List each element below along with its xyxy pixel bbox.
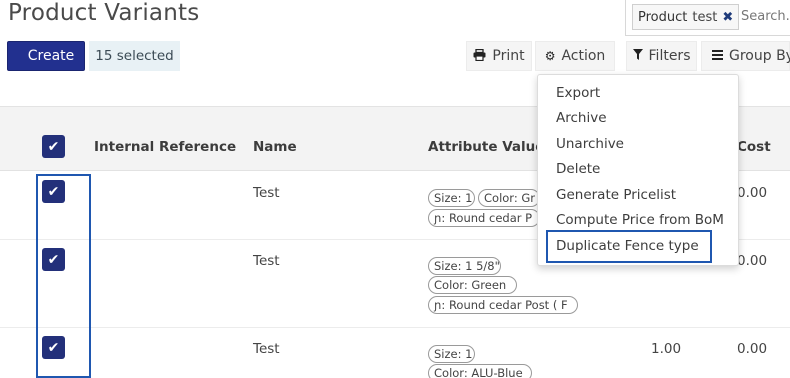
menu-item-unarchive[interactable]: Unarchive bbox=[556, 136, 624, 152]
row-price: 1.00 bbox=[651, 341, 682, 357]
column-header-name[interactable]: Name bbox=[253, 139, 297, 155]
row-name: Test bbox=[253, 341, 280, 357]
search-facet: Product test ✖ bbox=[632, 4, 740, 30]
row-cost: 0.00 bbox=[737, 341, 768, 357]
create-button[interactable]: Create bbox=[7, 41, 85, 71]
check-icon: ✔ bbox=[47, 138, 60, 155]
attribute-tag: Color: ALU-Blue bbox=[428, 364, 532, 378]
attribute-tag: ɲ: Round cedar P bbox=[428, 209, 540, 227]
page-title: Product Variants bbox=[8, 0, 200, 26]
close-icon[interactable]: ✖ bbox=[722, 10, 733, 25]
gear-icon: ⚙ bbox=[544, 49, 556, 63]
attribute-tag: Color: Gr bbox=[478, 189, 540, 207]
column-header-attribute-values[interactable]: Attribute Values bbox=[428, 139, 552, 155]
filters-button[interactable]: Filters bbox=[626, 41, 697, 71]
attribute-tag: ɲ: Round cedar Post ( F bbox=[428, 296, 578, 314]
groupby-label: Group By bbox=[729, 48, 790, 64]
attribute-tag: Color: Green bbox=[428, 276, 517, 294]
menu-item-generate-pricelist[interactable]: Generate Pricelist bbox=[556, 187, 676, 203]
funnel-icon bbox=[632, 49, 643, 63]
attribute-tag: Size: 1 5/8" bbox=[428, 257, 501, 275]
groupby-button[interactable]: Group By bbox=[701, 41, 790, 71]
column-header-cost[interactable]: Cost bbox=[737, 139, 771, 155]
menu-item-export[interactable]: Export bbox=[556, 85, 600, 101]
print-button[interactable]: Print bbox=[466, 41, 532, 71]
search-input[interactable]: Search... bbox=[741, 9, 790, 24]
printer-icon bbox=[473, 48, 486, 64]
menu-item-highlight bbox=[546, 230, 712, 263]
list-icon bbox=[712, 49, 723, 63]
print-label: Print bbox=[492, 48, 525, 64]
action-button[interactable]: ⚙ Action bbox=[535, 41, 615, 71]
menu-item-delete[interactable]: Delete bbox=[556, 161, 600, 177]
action-label: Action bbox=[561, 48, 606, 64]
row-cost: 0.00 bbox=[737, 185, 768, 201]
row-name: Test bbox=[253, 253, 280, 269]
row-name: Test bbox=[253, 185, 280, 201]
checkbox-column-highlight bbox=[36, 174, 91, 378]
attribute-tag: Size: 1 bbox=[428, 345, 475, 363]
attribute-tag: Size: 1 bbox=[428, 189, 475, 207]
facet-label: Product bbox=[638, 9, 688, 25]
selected-count-badge: 15 selected bbox=[89, 41, 180, 71]
menu-item-compute-price-from-bom[interactable]: Compute Price from BoM bbox=[556, 212, 724, 228]
filters-label: Filters bbox=[648, 48, 691, 64]
menu-item-archive[interactable]: Archive bbox=[556, 110, 607, 126]
facet-value: test bbox=[692, 9, 718, 25]
row-cost: 0.00 bbox=[737, 253, 768, 269]
select-all-checkbox[interactable]: ✔ bbox=[42, 135, 65, 158]
column-header-internal-reference[interactable]: Internal Reference bbox=[94, 139, 236, 155]
